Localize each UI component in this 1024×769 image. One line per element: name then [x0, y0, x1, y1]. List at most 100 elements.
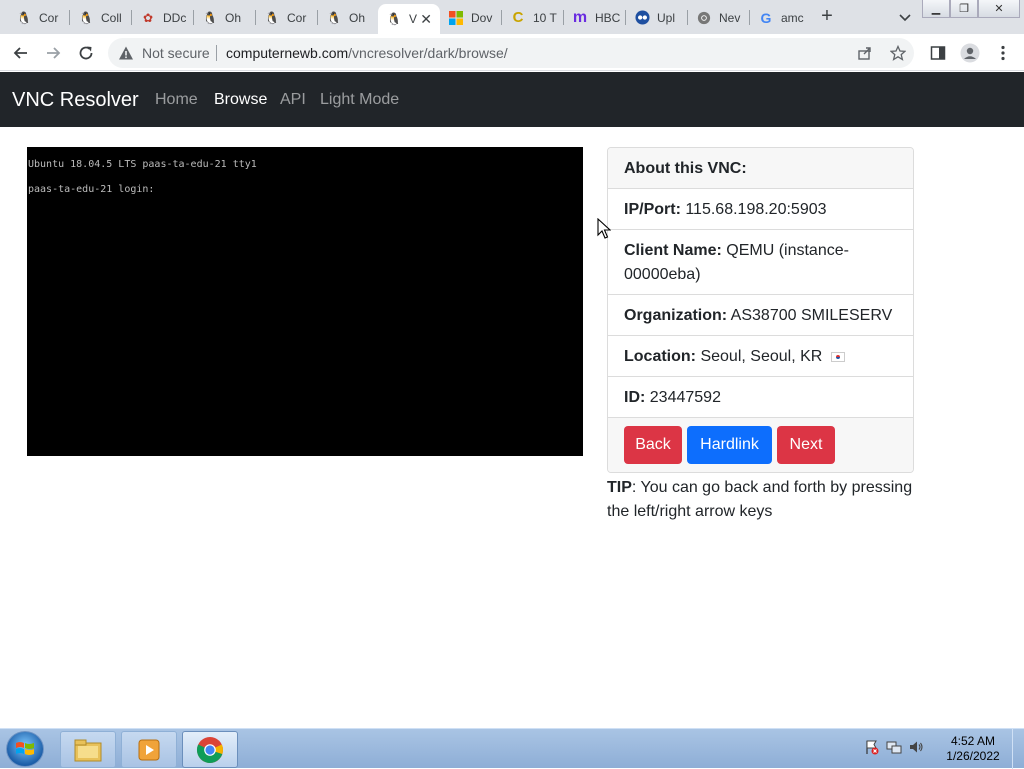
- warning-triangle-icon[interactable]: [118, 45, 134, 66]
- upload-site-icon: [634, 10, 650, 26]
- tip-label: TIP: [607, 479, 632, 496]
- browser-tab[interactable]: C 10 T: [502, 5, 564, 30]
- url-text[interactable]: computernewb.com/vncresolver/dark/browse…: [226, 45, 508, 61]
- forward-arrow-icon[interactable]: [40, 40, 66, 66]
- about-card-footer: Back Hardlink Next: [608, 418, 913, 472]
- microsoft-icon: [448, 10, 464, 26]
- bookmark-star-icon[interactable]: [889, 44, 907, 66]
- browser-tab[interactable]: 🐧 Oh: [318, 5, 380, 30]
- restore-icon[interactable]: ❐: [950, 0, 978, 18]
- media-player-icon: [138, 739, 160, 760]
- vnc-console-line: Ubuntu 18.04.5 LTS paas-ta-edu-21 tty1: [28, 159, 257, 170]
- id-label: ID:: [624, 389, 646, 406]
- tab-search-icon[interactable]: [896, 8, 914, 26]
- security-label[interactable]: Not secure: [142, 45, 210, 61]
- google-icon: G: [760, 9, 772, 26]
- taskbar-media-player[interactable]: [121, 731, 177, 768]
- taskbar-chrome[interactable]: [182, 731, 238, 768]
- side-panel-icon[interactable]: [925, 40, 951, 66]
- browser-toolbar: Not secure computernewb.com/vncresolver/…: [0, 34, 1024, 71]
- next-button[interactable]: Next: [777, 426, 835, 464]
- share-icon[interactable]: [857, 45, 873, 66]
- browser-tab-active[interactable]: 🐧 V ✕: [378, 4, 440, 34]
- browser-tab[interactable]: 🐧 Oh: [194, 5, 256, 30]
- site-brand[interactable]: VNC Resolver: [12, 89, 139, 112]
- start-button[interactable]: [6, 731, 44, 767]
- browser-tab[interactable]: 🐧 Cor: [256, 5, 318, 30]
- new-tab-button[interactable]: +: [817, 5, 837, 27]
- back-arrow-icon[interactable]: [8, 40, 34, 66]
- tab-title: Nev: [719, 10, 741, 25]
- tab-title: Cor: [287, 10, 307, 25]
- vnc-logo-icon: 🐧: [326, 10, 342, 25]
- browser-tab[interactable]: Upl: [626, 5, 688, 30]
- hardlink-button[interactable]: Hardlink: [687, 426, 772, 464]
- about-card-title: About this VNC:: [608, 148, 913, 189]
- tab-title: DDc: [163, 10, 187, 25]
- reload-icon[interactable]: [73, 40, 99, 66]
- mouse-cursor-icon: [597, 217, 612, 245]
- tab-title: Upl: [657, 10, 676, 25]
- site-navbar: VNC Resolver Home Browse API Light Mode: [0, 72, 1024, 127]
- m-logo-icon: m: [572, 8, 588, 26]
- back-button[interactable]: Back: [624, 426, 682, 464]
- location-row: Location: Seoul, Seoul, KR: [608, 336, 913, 377]
- nav-light-mode[interactable]: Light Mode: [320, 91, 399, 109]
- system-tray: [864, 739, 924, 760]
- windows-taskbar: 4:52 AM 1/26/2022: [0, 728, 1024, 769]
- vnc-logo-icon: 🐧: [16, 10, 32, 25]
- folder-icon: [74, 739, 102, 761]
- about-card: About this VNC: IP/Port: 115.68.198.20:5…: [607, 147, 914, 473]
- ip-port-label: IP/Port:: [624, 201, 681, 218]
- nav-home[interactable]: Home: [155, 91, 198, 109]
- browser-tab[interactable]: m HBC: [564, 5, 626, 30]
- organization-label: Organization:: [624, 307, 728, 324]
- window-controls: ▁ ❐ ✕: [922, 0, 1020, 18]
- ip-port-row: IP/Port: 115.68.198.20:5903: [608, 189, 913, 230]
- tab-title: 10 T: [533, 10, 557, 25]
- browser-tab[interactable]: 🐧 Cor: [8, 5, 70, 30]
- volume-icon[interactable]: [908, 739, 924, 760]
- vnc-console-line: paas-ta-edu-21 login:: [28, 184, 155, 195]
- chrome-gray-icon: [696, 10, 712, 26]
- windows-logo-icon: [16, 742, 34, 755]
- browser-tab[interactable]: 🐧 Coll: [70, 5, 132, 30]
- location-value: Seoul, Seoul, KR: [700, 348, 823, 365]
- address-bar[interactable]: Not secure computernewb.com/vncresolver/…: [108, 38, 914, 68]
- browser-tab[interactable]: Dov: [440, 5, 502, 30]
- vnc-logo-icon: 🐧: [264, 10, 280, 25]
- organization-value: AS38700 SMILESERV: [730, 307, 893, 324]
- tab-title: Coll: [101, 10, 122, 25]
- tab-title: Dov: [471, 10, 493, 25]
- client-name-row: Client Name: QEMU (instance-00000eba): [608, 230, 913, 295]
- taskbar-clock[interactable]: 4:52 AM 1/26/2022: [940, 734, 1006, 764]
- tab-title: Oh: [225, 10, 242, 25]
- vnc-logo-icon: 🐧: [386, 12, 402, 26]
- tip-body: : You can go back and forth by pressing …: [607, 479, 913, 520]
- close-tab-icon[interactable]: ✕: [420, 11, 432, 28]
- show-desktop-button[interactable]: [1012, 729, 1024, 769]
- close-window-icon[interactable]: ✕: [978, 0, 1020, 18]
- minimize-icon[interactable]: ▁: [922, 0, 950, 18]
- vnc-screenshot: Ubuntu 18.04.5 LTS paas-ta-edu-21 tty1 p…: [27, 147, 583, 456]
- nav-browse[interactable]: Browse: [214, 91, 267, 109]
- korea-flag-icon: [830, 351, 845, 362]
- vnc-logo-icon: 🐧: [78, 10, 94, 25]
- browser-tab[interactable]: ✿ DDc: [132, 5, 194, 30]
- profile-avatar-icon[interactable]: [957, 40, 983, 66]
- client-name-label: Client Name:: [624, 242, 722, 259]
- taskbar-explorer[interactable]: [60, 731, 116, 768]
- browser-tab[interactable]: Nev: [688, 5, 750, 30]
- action-center-flag-icon[interactable]: [864, 739, 880, 760]
- browser-tab[interactable]: G amc: [750, 5, 812, 30]
- vnc-logo-icon: 🐧: [202, 10, 218, 25]
- tab-title: Cor: [39, 10, 59, 25]
- tab-title: V: [409, 12, 418, 26]
- browser-tab-strip: 🐧 Cor 🐧 Coll ✿ DDc 🐧 Oh 🐧 Cor 🐧 Oh 🐧 V ✕…: [0, 0, 1024, 34]
- chrome-icon: [196, 736, 223, 763]
- network-icon[interactable]: [886, 739, 902, 760]
- tab-title: Oh: [349, 10, 366, 25]
- kebab-menu-icon[interactable]: [990, 40, 1016, 66]
- clock-time: 4:52 AM: [950, 734, 996, 748]
- nav-api[interactable]: API: [280, 91, 306, 109]
